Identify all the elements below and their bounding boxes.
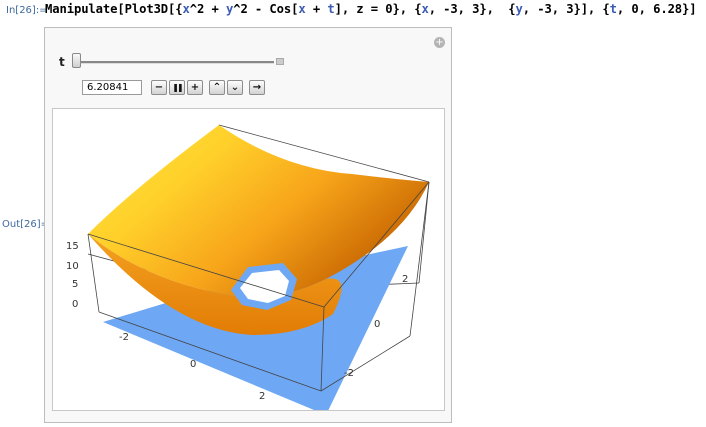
slider-expand-button[interactable] (276, 58, 284, 65)
code-variable-x: x (182, 2, 190, 16)
code-segment: , -3, 3}], { (522, 2, 610, 16)
output-cell-label: Out[26]= (2, 219, 50, 230)
z-tick-label: 15 (66, 241, 79, 252)
y-tick-label: 0 (374, 319, 380, 330)
input-cell-label: In[26]:= (6, 5, 48, 16)
slider-thumb[interactable] (72, 53, 81, 68)
code-variable-t: t (609, 2, 617, 16)
x-tick-label: 2 (259, 391, 265, 402)
code-variable-t: t (327, 2, 335, 16)
input-code[interactable]: Manipulate[Plot3D[{x^2 + y^2 - Cos[x + t… (45, 2, 697, 16)
manipulate-panel: + t 6.20841 − ❚❚ + ⌃ ⌄ → 15 10 5 0 -2 0 … (44, 27, 452, 423)
y-tick-label: -2 (344, 368, 354, 379)
z-tick-label: 0 (72, 299, 78, 310)
z-axis-ticks: 15 10 5 0 (66, 241, 79, 310)
code-variable-x: x (421, 2, 429, 16)
code-variable-y: y (515, 2, 523, 16)
code-segment: , -3, 3}, { (428, 2, 516, 16)
z-tick-label: 5 (72, 279, 78, 290)
plot3d-output[interactable]: 15 10 5 0 -2 0 2 2 0 -2 (52, 108, 445, 415)
slider-variable-label: t (59, 55, 65, 69)
slower-button[interactable]: ⌄ (227, 80, 243, 95)
code-segment: , 0, 6.28}] (616, 2, 697, 16)
pause-button[interactable]: ❚❚ (169, 80, 185, 95)
faster-button[interactable]: ⌃ (209, 80, 225, 95)
step-forward-button[interactable]: + (187, 80, 203, 95)
y-tick-label: 2 (402, 274, 408, 285)
code-segment: ], z = 0}, { (334, 2, 422, 16)
slider-track[interactable] (72, 61, 274, 64)
code-segment: + (305, 2, 328, 16)
z-tick-label: 10 (66, 261, 79, 272)
x-tick-label: -2 (119, 332, 129, 343)
value-input-field[interactable]: 6.20841 (82, 80, 142, 95)
code-segment: ^2 - Cos[ (233, 2, 299, 16)
direction-button[interactable]: → (249, 80, 265, 95)
code-segment: Manipulate[Plot3D[{ (45, 2, 183, 16)
code-variable-x: x (298, 2, 306, 16)
code-segment: ^2 + (189, 2, 226, 16)
step-back-button[interactable]: − (151, 80, 167, 95)
x-tick-label: 0 (190, 359, 196, 370)
plot3d-graphic[interactable]: 15 10 5 0 -2 0 2 2 0 -2 (53, 109, 444, 415)
plus-circle-icon[interactable]: + (434, 37, 445, 48)
